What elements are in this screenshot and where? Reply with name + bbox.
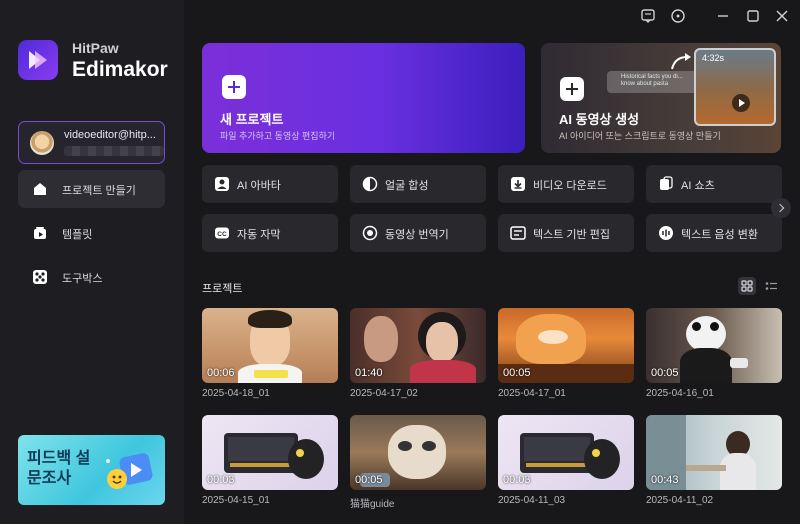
- survey-illustration-icon: [106, 453, 153, 489]
- new-project-subtitle: 파일 추가하고 동영상 편집하기: [220, 131, 336, 141]
- sidebar-item-create-project[interactable]: 프로젝트 만들기: [18, 170, 165, 208]
- ai-video-subtitle: AI 아이디어 또는 스크립트로 동영상 만들기: [559, 131, 721, 141]
- brand-name: Edimakor: [72, 58, 168, 81]
- sidebar: HitPaw Edimakor videoeditor@hitp... 프로젝트…: [0, 0, 184, 524]
- feedback-survey-banner[interactable]: 피드백 설문조사: [18, 435, 165, 505]
- toolbox-icon: [33, 270, 47, 284]
- project-name: 猫猫guide: [350, 499, 395, 510]
- new-project-title: 새 프로젝트: [220, 112, 284, 127]
- project-thumbnail: 00:05: [498, 308, 634, 383]
- project-thumbnail: 01:40: [350, 308, 486, 383]
- project-name: 2025-04-11_03: [498, 495, 566, 506]
- tool-label: 얼굴 합성: [385, 180, 429, 192]
- project-thumbnail: 00:03: [498, 415, 634, 490]
- list-view-button[interactable]: [762, 277, 780, 295]
- plus-icon: [222, 75, 246, 99]
- grid-view-button[interactable]: [738, 277, 756, 295]
- tool-label: 자동 자막: [237, 229, 281, 241]
- avatar-icon: [215, 177, 229, 191]
- tool-ai-avatar[interactable]: AI 아바타: [202, 165, 338, 203]
- sidebar-item-label: 프로젝트 만들기: [62, 185, 136, 197]
- project-name: 2025-04-18_01: [202, 388, 270, 399]
- shorts-icon: [660, 176, 673, 190]
- tool-label: AI 쇼츠: [681, 180, 715, 192]
- play-icon: [732, 94, 750, 112]
- sidebar-item-templates[interactable]: 템플릿: [18, 214, 165, 252]
- ai-preview-thumbnail: 4:32s: [694, 48, 776, 126]
- project-thumbnail: 00:43: [646, 415, 782, 490]
- download-icon: [511, 177, 525, 191]
- project-duration: 01:40: [355, 367, 383, 379]
- banner-text: 피드백 설문조사: [27, 450, 91, 487]
- tool-label: 텍스트 음성 변환: [681, 229, 758, 241]
- arrow-icon: [671, 53, 691, 70]
- tool-label: 동영상 번역기: [385, 229, 449, 241]
- tool-video-translator[interactable]: 동영상 번역기: [350, 214, 486, 252]
- ai-video-title: AI 동영상 생성: [559, 112, 640, 127]
- tool-auto-subtitle[interactable]: CC 자동 자막: [202, 214, 338, 252]
- project-thumbnail: 00:03: [202, 415, 338, 490]
- account-name: videoeditor@hitp...: [64, 129, 156, 141]
- list-icon: [765, 282, 777, 290]
- tool-label: 텍스트 기반 편집: [533, 229, 610, 241]
- maximize-icon[interactable]: [743, 7, 763, 25]
- minimize-icon[interactable]: [713, 7, 733, 25]
- project-thumbnail: 00:05: [350, 415, 486, 490]
- project-name: 2025-04-16_01: [646, 388, 714, 399]
- project-duration: 00:03: [503, 474, 531, 486]
- text-edit-icon: [510, 226, 526, 240]
- project-name: 2025-04-17_01: [498, 388, 566, 399]
- tts-icon: [659, 226, 673, 240]
- feedback-icon[interactable]: [638, 7, 658, 25]
- project-duration: 00:43: [651, 474, 679, 486]
- ai-thumb-time: 4:32s: [702, 53, 725, 63]
- brand-small: HitPaw: [72, 40, 119, 56]
- ai-tip-bubble: Historical facts you di... know about pa…: [607, 71, 697, 93]
- avatar: [30, 131, 54, 155]
- project-duration: 00:03: [207, 474, 235, 486]
- tool-ai-shorts[interactable]: AI 쇼츠: [646, 165, 782, 203]
- account-blurred-info: [64, 146, 164, 156]
- info-icon[interactable]: [668, 7, 688, 25]
- project-name: 2025-04-11_02: [646, 495, 714, 506]
- tool-label: AI 아바타: [237, 180, 281, 192]
- project-duration: 00:05: [651, 367, 679, 379]
- project-duration: 00:05: [355, 474, 383, 486]
- ai-video-card[interactable]: Historical facts you di... know about pa…: [541, 43, 781, 153]
- grid-icon: [741, 280, 753, 292]
- sidebar-item-label: 템플릿: [62, 229, 93, 241]
- app-logo: [18, 40, 58, 80]
- sidebar-item-label: 도구박스: [62, 273, 103, 285]
- tool-text-to-speech[interactable]: 텍스트 음성 변환: [646, 214, 782, 252]
- projects-title: 프로젝트: [202, 283, 243, 295]
- sidebar-item-toolbox[interactable]: 도구박스: [18, 258, 165, 296]
- project-thumbnail: 00:06: [202, 308, 338, 383]
- project-duration: 00:06: [207, 367, 235, 379]
- home-icon: [34, 183, 46, 195]
- project-name: 2025-04-15_01: [202, 495, 270, 506]
- face-swap-icon: [362, 176, 378, 192]
- translate-icon: [362, 225, 378, 241]
- new-project-card[interactable]: 새 프로젝트 파일 추가하고 동영상 편집하기: [202, 43, 525, 153]
- account-card[interactable]: videoeditor@hitp...: [18, 121, 165, 164]
- template-icon: [34, 227, 46, 239]
- tool-text-based-edit[interactable]: 텍스트 기반 편집: [498, 214, 634, 252]
- tool-face-swap[interactable]: 얼굴 합성: [350, 165, 486, 203]
- project-duration: 00:05: [503, 367, 531, 379]
- logo-icon: [29, 51, 47, 69]
- tool-video-download[interactable]: 비디오 다운로드: [498, 165, 634, 203]
- svg-text:CC: CC: [217, 231, 227, 238]
- tools-next-button[interactable]: [771, 198, 791, 218]
- cc-icon: CC: [215, 227, 229, 239]
- project-thumbnail: 00:05: [646, 308, 782, 383]
- close-icon[interactable]: [772, 7, 792, 25]
- tool-label: 비디오 다운로드: [533, 180, 607, 192]
- plus-icon: [560, 77, 584, 101]
- project-name: 2025-04-17_02: [350, 388, 418, 399]
